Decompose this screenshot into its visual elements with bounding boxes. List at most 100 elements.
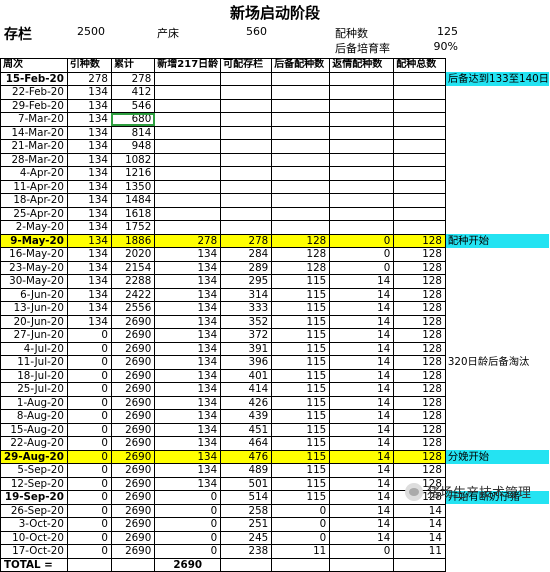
cell-return-breeding[interactable]: 14 [329,287,395,302]
cell-backup-breeding[interactable]: 0 [271,530,331,545]
cell-available[interactable]: 476 [220,449,273,464]
cell-new217[interactable]: 278 [154,233,222,248]
cell-intro[interactable]: 134 [66,98,112,113]
cell-total-breeding[interactable]: 128 [393,368,446,383]
cell-available[interactable]: 289 [220,260,273,275]
row-note[interactable] [445,99,549,113]
cell-cumulative[interactable]: 1618 [110,206,156,221]
cell-cumulative[interactable]: 412 [110,85,156,100]
total-new217[interactable]: 2690 [154,557,222,572]
cell-total-breeding[interactable]: 128 [393,449,446,464]
cell-cumulative[interactable]: 2690 [110,517,156,532]
cell-total-breeding[interactable]: 11 [393,544,446,559]
row-note[interactable] [445,140,549,154]
cell-cumulative[interactable]: 2690 [110,382,156,397]
cell-new217[interactable]: 134 [154,476,222,491]
cell-new217[interactable] [154,98,222,113]
cell-return-breeding[interactable] [329,220,395,235]
cell-available[interactable]: 352 [220,314,273,329]
cell-available[interactable]: 489 [220,463,273,478]
cell-intro[interactable]: 0 [66,355,112,370]
cell-week[interactable]: 12-Sep-20 [0,476,68,491]
cell-return-breeding[interactable]: 14 [329,422,395,437]
empty-cell[interactable] [271,557,331,572]
cell-intro[interactable]: 134 [66,112,112,127]
cell-total-breeding[interactable] [393,125,446,140]
cell-week[interactable]: 6-Jun-20 [0,287,68,302]
cell-available[interactable]: 245 [220,530,273,545]
cell-intro[interactable]: 0 [66,436,112,451]
cell-total-breeding[interactable]: 14 [393,503,446,518]
cell-total-breeding[interactable]: 128 [393,233,446,248]
cell-available[interactable] [220,139,273,154]
cell-backup-breeding[interactable]: 115 [271,328,331,343]
cell-intro[interactable]: 134 [66,287,112,302]
cell-total-breeding[interactable]: 14 [393,530,446,545]
cell-available[interactable]: 278 [220,233,273,248]
row-note[interactable] [445,423,549,437]
cell-available[interactable]: 401 [220,368,273,383]
cell-backup-breeding[interactable]: 0 [271,517,331,532]
cell-intro[interactable]: 134 [66,125,112,140]
chanchuang-value[interactable]: 560 [220,25,267,38]
cell-intro[interactable]: 134 [66,301,112,316]
cell-return-breeding[interactable]: 14 [329,517,395,532]
cell-week[interactable]: 29-Feb-20 [0,98,68,113]
cell-total-breeding[interactable] [393,85,446,100]
cell-new217[interactable]: 134 [154,301,222,316]
cell-return-breeding[interactable] [329,125,395,140]
cell-intro[interactable]: 0 [66,449,112,464]
cell-intro[interactable]: 134 [66,220,112,235]
cell-new217[interactable] [154,152,222,167]
cell-intro[interactable]: 134 [66,233,112,248]
cell-total-breeding[interactable]: 128 [393,409,446,424]
cell-backup-breeding[interactable]: 11 [271,544,331,559]
cell-week[interactable]: 8-Aug-20 [0,409,68,424]
cell-cumulative[interactable]: 2690 [110,395,156,410]
cell-available[interactable] [220,166,273,181]
cell-new217[interactable] [154,85,222,100]
cell-cumulative[interactable]: 1484 [110,193,156,208]
cell-new217[interactable]: 134 [154,328,222,343]
cell-week[interactable]: 22-Feb-20 [0,85,68,100]
cell-total-breeding[interactable]: 128 [393,463,446,478]
cell-new217[interactable]: 134 [154,436,222,451]
cell-week[interactable]: 21-Mar-20 [0,139,68,154]
cell-intro[interactable]: 0 [66,422,112,437]
cell-new217[interactable] [154,206,222,221]
cell-week[interactable]: 15-Aug-20 [0,422,68,437]
cell-available[interactable] [220,71,273,86]
row-note[interactable] [445,383,549,397]
row-note[interactable] [445,221,549,235]
cell-available[interactable]: 426 [220,395,273,410]
cell-return-breeding[interactable] [329,139,395,154]
cell-total-breeding[interactable]: 128 [393,328,446,343]
cell-new217[interactable]: 134 [154,395,222,410]
cell-return-breeding[interactable] [329,193,395,208]
cell-total-breeding[interactable]: 128 [393,395,446,410]
cell-total-breeding[interactable] [393,220,446,235]
cell-new217[interactable]: 134 [154,287,222,302]
cell-cumulative[interactable]: 1886 [110,233,156,248]
cell-week[interactable]: 22-Aug-20 [0,436,68,451]
cell-new217[interactable]: 134 [154,449,222,464]
cell-available[interactable]: 372 [220,328,273,343]
cell-cumulative[interactable]: 2690 [110,368,156,383]
cell-backup-breeding[interactable]: 115 [271,341,331,356]
cell-return-breeding[interactable]: 14 [329,503,395,518]
cell-cumulative[interactable]: 2690 [110,490,156,505]
cell-week[interactable]: 26-Sep-20 [0,503,68,518]
cell-intro[interactable]: 134 [66,260,112,275]
cell-new217[interactable]: 134 [154,314,222,329]
cell-total-breeding[interactable] [393,193,446,208]
cell-backup-breeding[interactable]: 115 [271,436,331,451]
cell-new217[interactable]: 0 [154,517,222,532]
cell-available[interactable] [220,85,273,100]
cell-return-breeding[interactable]: 14 [329,301,395,316]
cell-week[interactable]: 25-Jul-20 [0,382,68,397]
cell-return-breeding[interactable]: 0 [329,260,395,275]
cell-available[interactable]: 238 [220,544,273,559]
row-note[interactable]: 配种开始 [445,234,550,248]
cell-cumulative[interactable]: 2690 [110,328,156,343]
cell-available[interactable]: 284 [220,247,273,262]
